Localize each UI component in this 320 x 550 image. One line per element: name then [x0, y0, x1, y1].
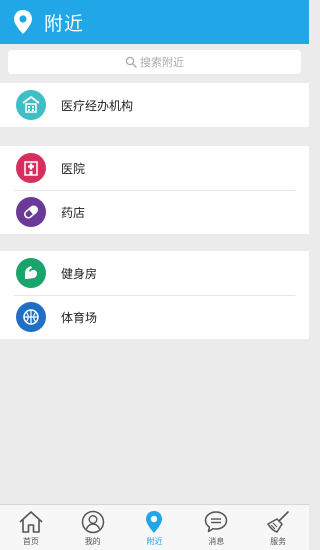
search-input[interactable]: 搜索附近 — [8, 50, 301, 74]
tab-label: 消息 — [208, 537, 225, 546]
pill-icon — [16, 197, 46, 227]
home-icon — [17, 509, 45, 535]
location-pin-icon — [12, 9, 34, 35]
tab-messages[interactable]: 消息 — [185, 505, 247, 550]
list-item-label: 医疗经办机构 — [61, 98, 134, 113]
page-title: 附近 — [44, 12, 85, 35]
search-icon — [125, 56, 137, 68]
ball-icon — [16, 302, 46, 332]
nearby-group-health: 医院 药店 — [0, 146, 309, 234]
list-item-label: 医院 — [61, 161, 86, 176]
tab-label: 首页 — [22, 537, 39, 546]
list-item-medical-institution[interactable]: 医疗经办机构 — [0, 83, 309, 127]
broom-icon — [264, 509, 292, 535]
tab-label: 附近 — [146, 537, 163, 546]
tab-profile[interactable]: 我的 — [62, 505, 124, 550]
tab-home[interactable]: 首页 — [0, 505, 62, 550]
top-app-bar: 附近 — [0, 0, 309, 44]
search-bar-container: 搜索附近 — [0, 44, 309, 80]
chat-bubble-icon — [202, 509, 230, 535]
list-item-gym[interactable]: 健身房 — [0, 251, 309, 295]
nearby-group-institutions: 医疗经办机构 — [0, 83, 309, 127]
location-pin-icon — [140, 509, 168, 535]
list-item-pharmacy[interactable]: 药店 — [0, 190, 309, 234]
nearby-group-fitness: 健身房 体育场 — [0, 251, 309, 339]
list-item-hospital[interactable]: 医院 — [0, 146, 309, 190]
hospital-icon — [16, 153, 46, 183]
institution-building-icon — [16, 90, 46, 120]
tab-label: 服务 — [270, 537, 287, 546]
tab-services[interactable]: 服务 — [247, 505, 309, 550]
muscle-arm-icon — [16, 258, 46, 288]
list-item-label: 体育场 — [61, 310, 98, 325]
list-item-label: 健身房 — [61, 266, 98, 281]
list-item-stadium[interactable]: 体育场 — [0, 295, 309, 339]
user-icon — [79, 509, 107, 535]
tab-label: 我的 — [84, 537, 101, 546]
list-item-label: 药店 — [61, 205, 86, 220]
search-placeholder: 搜索附近 — [140, 56, 184, 69]
bottom-tab-bar: 首页 我的 附近 消息 服务 — [0, 504, 309, 550]
tab-nearby[interactable]: 附近 — [124, 505, 186, 550]
